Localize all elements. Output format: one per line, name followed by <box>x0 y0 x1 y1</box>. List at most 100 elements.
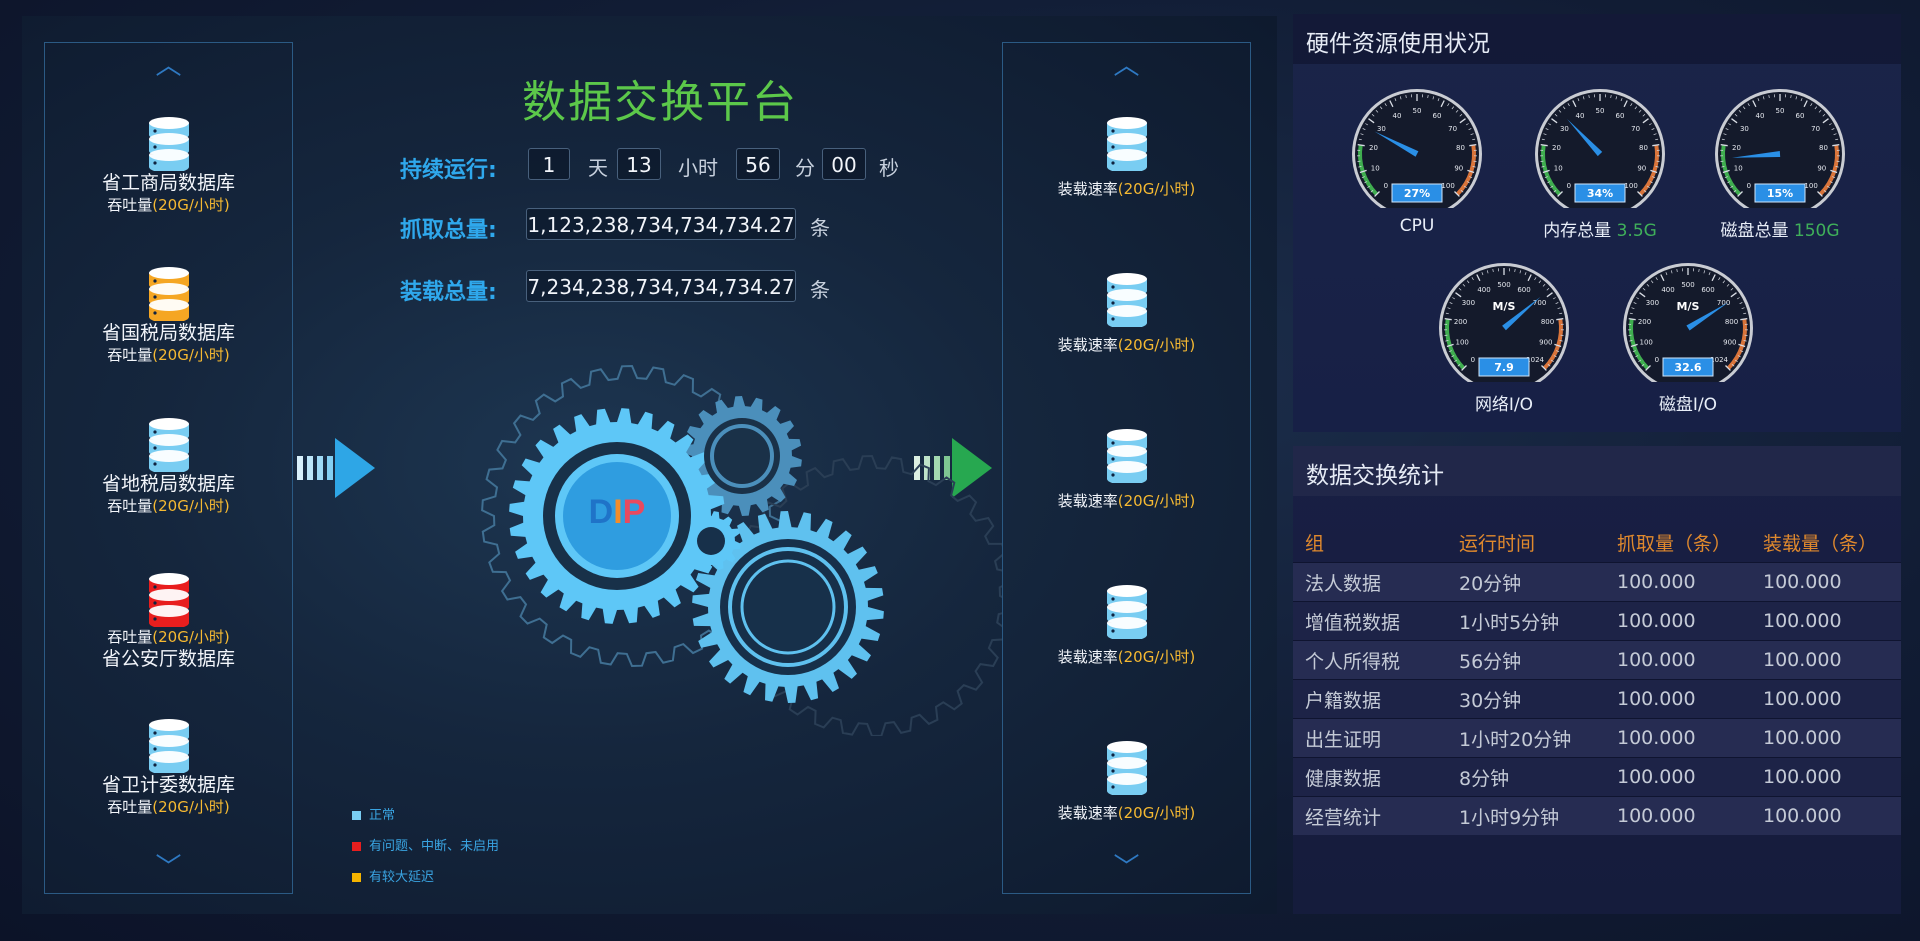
gauge-label: 网络I/O <box>1474 395 1534 415</box>
gauge-tick-label: 300 <box>1646 299 1659 307</box>
source-item[interactable]: 省工商局数据库 吞吐量(20G/小时) <box>45 115 292 215</box>
legend-item-delay: 有较大延迟 <box>352 866 434 885</box>
scroll-up-chevron-icon[interactable]: ︿ <box>1113 53 1139 79</box>
gauge-tick-label: 70 <box>1811 125 1820 133</box>
gauge-dial: 01002003004005006007008009001024M/S7.9 <box>1439 263 1569 393</box>
flow-arrow-blue-icon <box>297 438 375 498</box>
gauge-tick-label: 0 <box>1747 182 1751 190</box>
gauge-tick-label: 500 <box>1497 281 1510 289</box>
table-cell: 100.000 <box>1605 601 1751 641</box>
gauge-tick-label: 100 <box>1456 339 1469 347</box>
main-panel: ︿ 省工商局数据库 吞吐量(20G/小时) 省国税局数据库 吞吐量(20G/小时… <box>22 16 1277 914</box>
scroll-down-chevron-icon[interactable]: ﹀ <box>155 855 181 881</box>
table-cell: 100.000 <box>1605 757 1751 797</box>
table-row[interactable]: 个人所得税 56分钟 100.000 100.000 <box>1293 640 1901 680</box>
table-cell: 100.000 <box>1751 679 1901 719</box>
gauge-tick-label: 80 <box>1639 144 1648 152</box>
table-row[interactable]: 户籍数据 30分钟 100.000 100.000 <box>1293 679 1901 719</box>
source-item[interactable]: 省国税局数据库 吞吐量(20G/小时) <box>45 265 292 365</box>
table-cell: 100.000 <box>1751 601 1901 641</box>
gauge-tick-label: 600 <box>1701 286 1714 294</box>
panel-header: 数据交换统计 <box>1293 446 1901 496</box>
table-row[interactable]: 法人数据 20分钟 100.000 100.000 <box>1293 562 1901 602</box>
source-item[interactable]: 省卫计委数据库 吞吐量(20G/小时) <box>45 717 292 817</box>
database-icon <box>148 719 189 773</box>
gauge-tick-label: 50 <box>1776 107 1785 115</box>
gauge-dial: 01002003004005006007008009001024M/S32.6 <box>1623 263 1753 393</box>
source-name: 省公安厅数据库 <box>101 648 235 670</box>
source-item[interactable]: 吞吐量(20G/小时) 省公安厅数据库 <box>45 571 292 671</box>
exchange-stats-panel: 数据交换统计 组 运行时间 抓取量（条） 装载量（条） 法人数据 20分钟 100.… <box>1293 446 1901 914</box>
table-row[interactable]: 出生证明 1小时20分钟 100.000 100.000 <box>1293 718 1901 758</box>
legend-swatch <box>352 873 361 882</box>
database-icon <box>1106 429 1147 483</box>
gauge-tick-label: 400 <box>1477 286 1490 294</box>
runtime-second-unit: 秒 <box>879 156 899 180</box>
gauge-tick <box>1768 95 1770 99</box>
gauge-dial: 0 10 20 30 40 50 60 70 80 90 100 15% <box>1715 89 1845 219</box>
table-cell: 100.000 <box>1751 796 1901 835</box>
gauge-tick-label: 500 <box>1681 281 1694 289</box>
source-throughput: 吞吐量(20G/小时) <box>107 497 230 515</box>
gauge-tick-label: 60 <box>1796 112 1805 120</box>
table-row[interactable]: 增值税数据 1小时5分钟 100.000 100.000 <box>1293 601 1901 641</box>
gauge-tick-label: 900 <box>1723 339 1736 347</box>
target-item[interactable]: 装载速率(20G/小时) <box>1003 271 1250 355</box>
column-header: 组 <box>1305 532 1325 555</box>
database-icon <box>1106 273 1147 327</box>
gauge-cpu: 0 10 20 30 40 50 60 70 80 90 100 27% CPU <box>1347 88 1487 236</box>
table-row[interactable]: 健康数据 8分钟 100.000 100.000 <box>1293 757 1901 797</box>
gear-small-top-hub <box>704 418 780 494</box>
gauge-readout: 34% <box>1587 187 1613 200</box>
gauge-tick-label: 200 <box>1454 318 1467 326</box>
target-item[interactable]: 装载速率(20G/小时) <box>1003 583 1250 667</box>
gauge-readout: 15% <box>1767 187 1793 200</box>
table-cell: 100.000 <box>1751 562 1901 602</box>
gauge-tick-label: 10 <box>1371 165 1380 173</box>
gauge-tick-label: 90 <box>1817 165 1826 173</box>
source-item[interactable]: 省地税局数据库 吞吐量(20G/小时) <box>45 416 292 516</box>
table-cell: 100.000 <box>1751 757 1901 797</box>
gauge-tick-label: 100 <box>1804 182 1817 190</box>
gauge-disk-io: 0 100 200 300 400 500 600 700 800 900 1024 M/S 32.6 … <box>1618 262 1758 415</box>
gauge-tick-label: 30 <box>1560 125 1569 133</box>
gauge-tick-label: 80 <box>1456 144 1465 152</box>
gauge-tick <box>1790 95 1792 99</box>
table-cell: 1小时5分钟 <box>1447 601 1605 641</box>
gauge-network-io: 0 100 200 300 400 500 600 700 800 900 1024 M/S 7.9 网… <box>1434 262 1574 415</box>
gauge-tick-label: 90 <box>1454 165 1463 173</box>
gauge-tick <box>1514 269 1516 273</box>
stats-table: 组 运行时间 抓取量（条） 装载量（条） 法人数据 20分钟 100.000 100.… <box>1293 522 1901 835</box>
gauge-readout: 27% <box>1404 187 1430 200</box>
gauge-tick-label: 300 <box>1462 299 1475 307</box>
gauge-tick-label: 40 <box>1756 112 1765 120</box>
gauge-tick-label: 0 <box>1567 182 1571 190</box>
table-cell: 100.000 <box>1605 640 1751 680</box>
source-name: 省地税局数据库 <box>101 473 235 495</box>
gauge-tick-label: 30 <box>1377 125 1386 133</box>
gauge-readout: 7.9 <box>1494 361 1514 374</box>
gauge-disk-total: 0 10 20 30 40 50 60 70 80 90 100 15% 磁盘总量 150G <box>1710 88 1850 241</box>
table-cell: 100.000 <box>1605 718 1751 758</box>
gauge-tick-label: 20 <box>1552 144 1561 152</box>
gauge-tick-label: 60 <box>1433 112 1442 120</box>
table-cell: 1小时20分钟 <box>1447 718 1605 758</box>
scroll-up-chevron-icon[interactable]: ︿ <box>155 53 181 79</box>
target-load-rate: 装载速率(20G/小时) <box>1057 180 1196 198</box>
runtime-hours-box: 13 <box>617 148 661 180</box>
gauge-tick-label: 10 <box>1554 165 1563 173</box>
gauge-dial: 0 10 20 30 40 50 60 70 80 90 100 27% <box>1352 89 1482 219</box>
database-icon <box>1106 741 1147 795</box>
scroll-down-chevron-icon[interactable]: ﹀ <box>1113 855 1139 881</box>
target-item[interactable]: 装载速率(20G/小时) <box>1003 739 1250 823</box>
target-item[interactable]: 装载速率(20G/小时) <box>1003 115 1250 199</box>
gauge-unit-label: M/S <box>1677 300 1700 313</box>
gauge-tick-label: 70 <box>1448 125 1457 133</box>
gauge-tick-label: 50 <box>1413 107 1422 115</box>
table-cell: 法人数据 <box>1293 562 1447 602</box>
database-icon <box>1106 585 1147 639</box>
table-row[interactable]: 经营统计 1小时9分钟 100.000 100.000 <box>1293 796 1901 835</box>
target-item[interactable]: 装载速率(20G/小时) <box>1003 427 1250 511</box>
source-name: 省卫计委数据库 <box>101 774 235 796</box>
gauge-tick-label: 60 <box>1616 112 1625 120</box>
